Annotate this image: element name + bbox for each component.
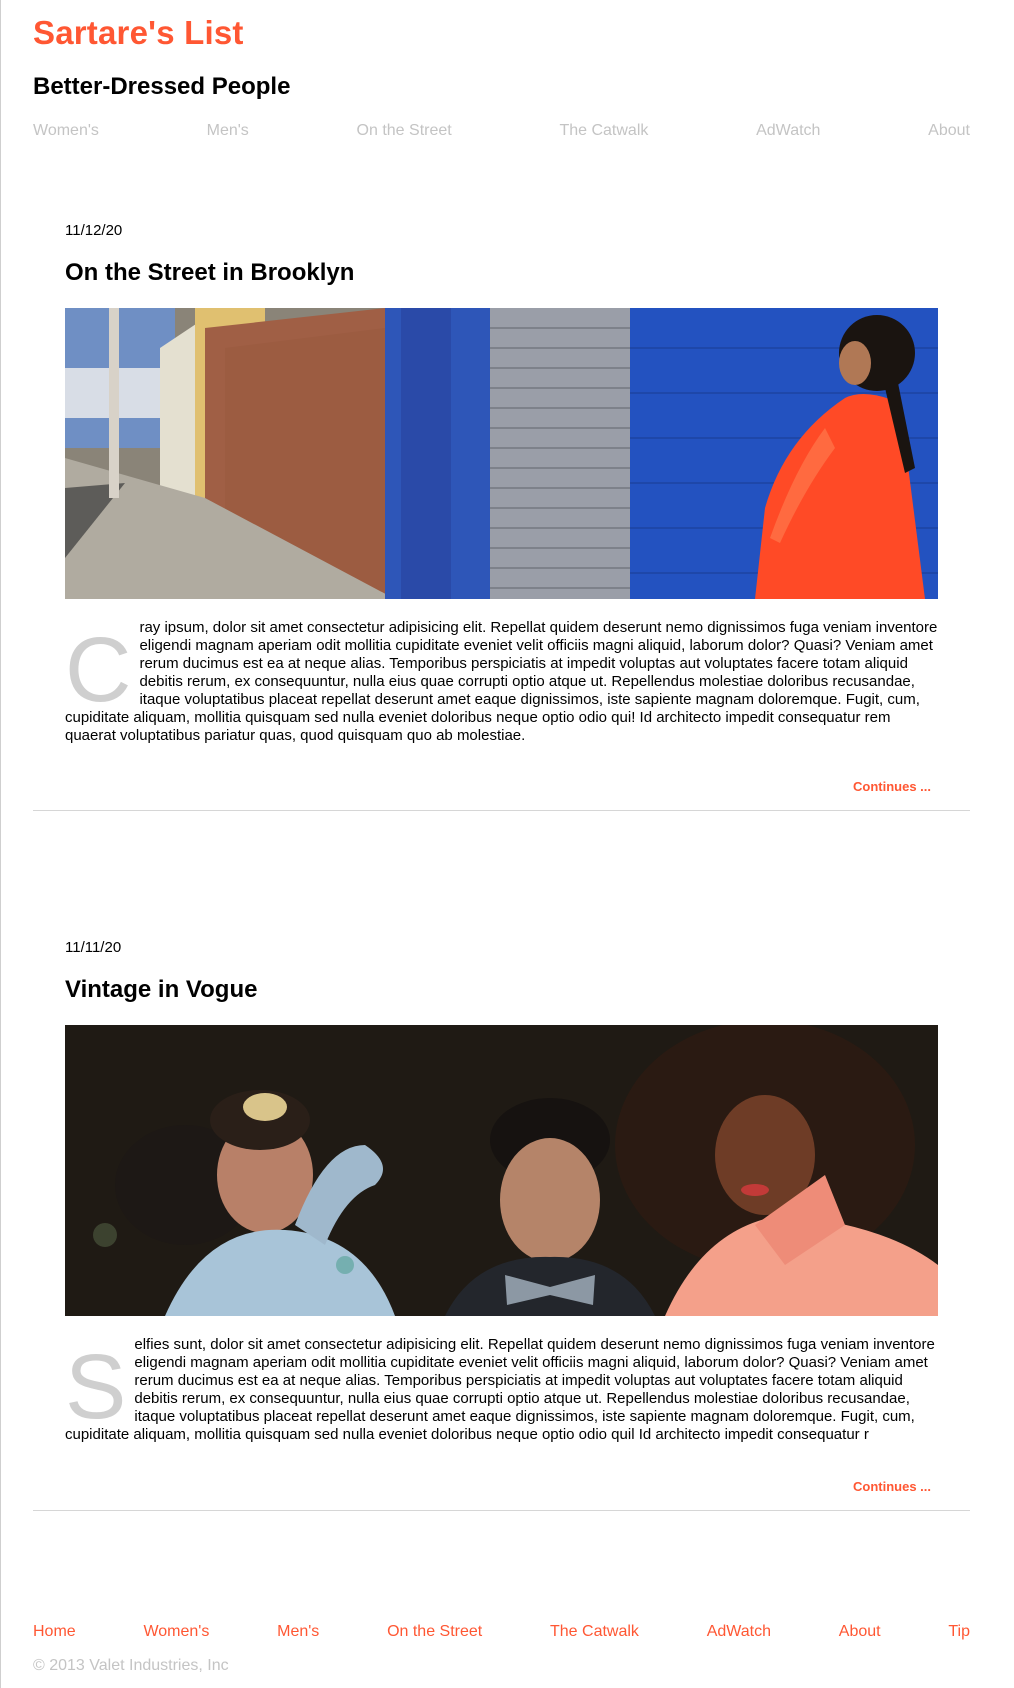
page-left-border bbox=[0, 0, 1, 1688]
continues-link[interactable]: Continues ... bbox=[853, 1479, 931, 1494]
post-title[interactable]: On the Street in Brooklyn bbox=[65, 259, 354, 287]
footer-nav: Home Women's Men's On the Street The Cat… bbox=[33, 1623, 970, 1641]
post-divider bbox=[33, 810, 970, 811]
brooklyn-street-photo-svg bbox=[65, 308, 938, 599]
footer-nav-womens[interactable]: Women's bbox=[143, 1623, 209, 1641]
top-nav: Women's Men's On the Street The Catwalk … bbox=[33, 122, 970, 140]
site-title[interactable]: Sartare's List bbox=[33, 14, 244, 52]
post-dropcap: S bbox=[65, 1336, 127, 1438]
post-body-text: elfies sunt, dolor sit amet consectetur … bbox=[65, 1336, 935, 1443]
brooklyn-street-photo[interactable] bbox=[65, 308, 938, 599]
top-nav-womens[interactable]: Women's bbox=[33, 122, 99, 140]
footer-nav-on-the-street[interactable]: On the Street bbox=[387, 1623, 482, 1641]
post-dropcap: C bbox=[65, 619, 132, 721]
post-excerpt: Cray ipsum, dolor sit amet consectetur a… bbox=[65, 619, 938, 745]
post-date: 11/12/20 bbox=[65, 222, 123, 239]
footer-nav-tip[interactable]: Tip bbox=[948, 1623, 970, 1641]
post-divider bbox=[33, 1510, 970, 1511]
continues-link[interactable]: Continues ... bbox=[853, 779, 931, 794]
vintage-party-photo-svg bbox=[65, 1025, 938, 1316]
footer-nav-adwatch[interactable]: AdWatch bbox=[707, 1623, 771, 1641]
post-title[interactable]: Vintage in Vogue bbox=[65, 976, 257, 1004]
top-nav-mens[interactable]: Men's bbox=[207, 122, 249, 140]
vintage-party-photo[interactable] bbox=[65, 1025, 938, 1316]
footer-nav-home[interactable]: Home bbox=[33, 1623, 76, 1641]
footer-nav-about[interactable]: About bbox=[839, 1623, 881, 1641]
top-nav-the-catwalk[interactable]: The Catwalk bbox=[559, 122, 648, 140]
post-date: 11/11/20 bbox=[65, 939, 122, 956]
post-excerpt: Selfies sunt, dolor sit amet consectetur… bbox=[65, 1336, 938, 1444]
top-nav-adwatch[interactable]: AdWatch bbox=[756, 122, 820, 140]
footer-nav-mens[interactable]: Men's bbox=[277, 1623, 319, 1641]
copyright-notice: © 2013 Valet Industries, Inc bbox=[33, 1657, 229, 1674]
top-nav-about[interactable]: About bbox=[928, 122, 970, 140]
top-nav-on-the-street[interactable]: On the Street bbox=[357, 122, 452, 140]
post-body-text: ray ipsum, dolor sit amet consectetur ad… bbox=[65, 619, 938, 744]
site-subtitle: Better-Dressed People bbox=[33, 73, 291, 100]
footer-nav-the-catwalk[interactable]: The Catwalk bbox=[550, 1623, 639, 1641]
